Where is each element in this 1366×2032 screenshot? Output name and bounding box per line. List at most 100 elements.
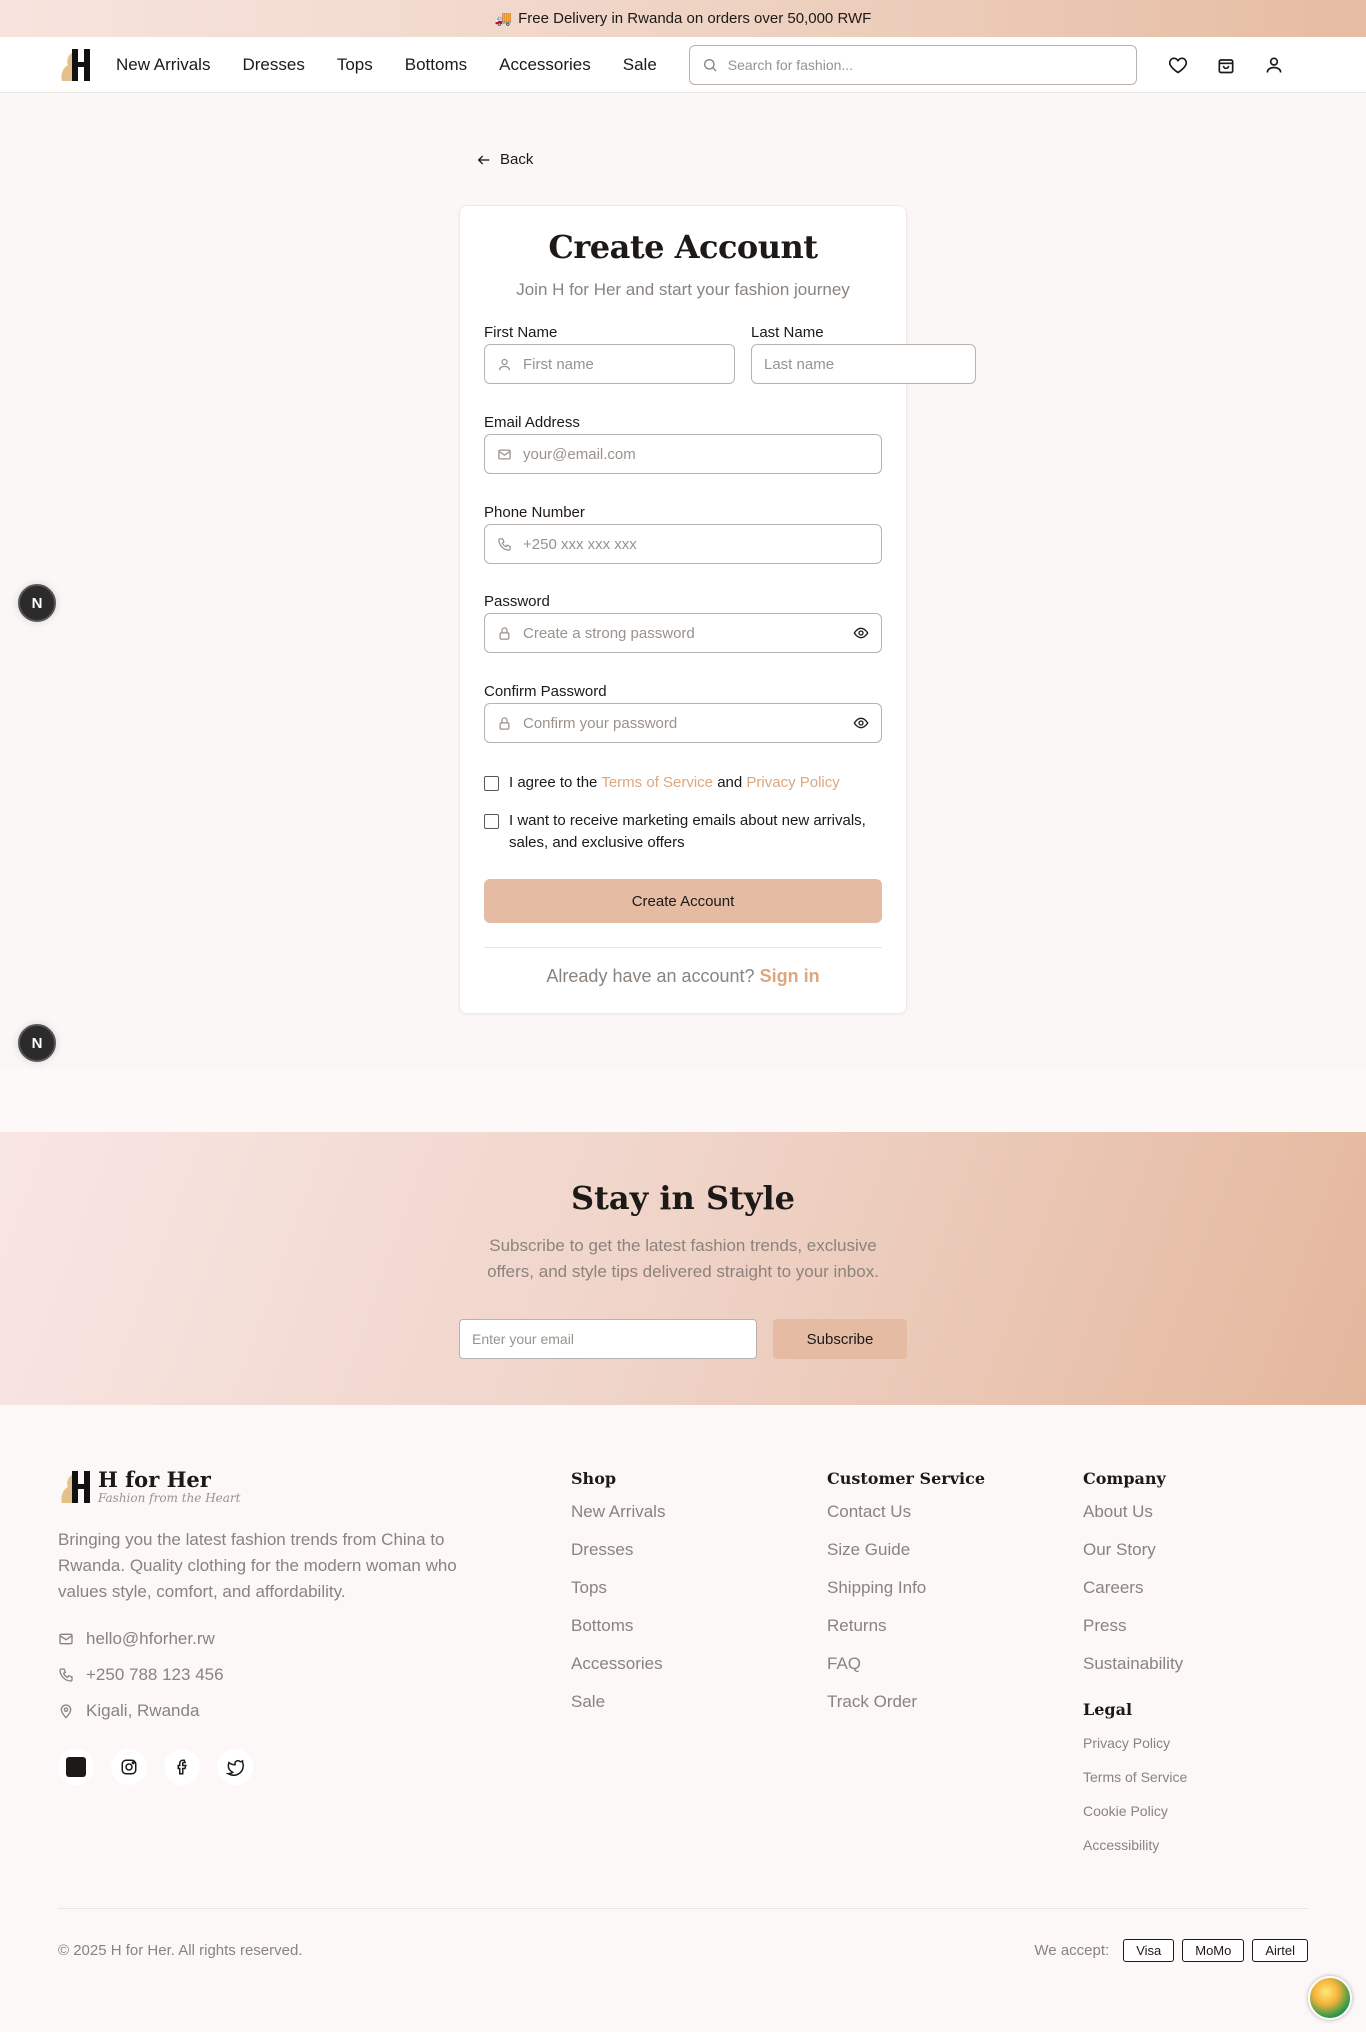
nav-sale[interactable]: Sale <box>623 55 657 75</box>
privacy-policy-link[interactable]: Privacy Policy <box>746 774 839 791</box>
footer-link[interactable]: Returns <box>827 1614 985 1652</box>
subscribe-button[interactable]: Subscribe <box>773 1319 907 1359</box>
contact-phone[interactable]: +250 788 123 456 <box>58 1665 498 1685</box>
announcement-bar: 🚚 Free Delivery in Rwanda on orders over… <box>0 0 1366 37</box>
password-input[interactable] <box>523 624 842 642</box>
shopping-bag-icon[interactable] <box>1215 54 1237 76</box>
newsletter-subtitle-line: offers, and style tips delivered straigh… <box>487 1262 879 1281</box>
footer-link[interactable]: Shipping Info <box>827 1576 985 1614</box>
footer-link[interactable]: Privacy Policy <box>1083 1731 1187 1765</box>
footer-legal-title: Legal <box>1083 1700 1133 1719</box>
confirm-password-label: Confirm Password <box>484 683 607 700</box>
nav-new-arrivals[interactable]: New Arrivals <box>116 55 210 75</box>
contact-email[interactable]: hello@hforher.rw <box>58 1629 498 1649</box>
confirm-password-input[interactable] <box>523 714 842 732</box>
confirm-password-field <box>484 703 882 743</box>
terms-checkbox[interactable] <box>484 776 499 791</box>
tiktok-icon[interactable] <box>58 1749 94 1785</box>
footer-link[interactable]: New Arrivals <box>571 1500 665 1538</box>
footer-shop-column: Shop New Arrivals Dresses Tops Bottoms A… <box>571 1469 665 1728</box>
user-icon[interactable] <box>1263 54 1285 76</box>
footer-link[interactable]: Cookie Policy <box>1083 1799 1187 1833</box>
nav-dresses[interactable]: Dresses <box>242 55 304 75</box>
footer-brand: H for Her Fashion from the Heart Bringin… <box>58 1469 498 1785</box>
footer-link[interactable]: FAQ <box>827 1652 985 1690</box>
brand-logo-mark <box>61 1471 90 1503</box>
nav-accessories[interactable]: Accessories <box>499 55 591 75</box>
contact-location-text: Kigali, Rwanda <box>86 1701 200 1720</box>
twitter-icon[interactable] <box>217 1749 253 1785</box>
marketing-row: I want to receive marketing emails about… <box>484 810 882 854</box>
search-icon <box>702 57 718 73</box>
sign-in-link[interactable]: Sign in <box>760 966 820 986</box>
signin-text: Already have an account? <box>546 966 755 986</box>
eye-icon[interactable] <box>853 715 869 731</box>
facebook-icon[interactable] <box>164 1749 200 1785</box>
footer-link[interactable]: Track Order <box>827 1690 985 1728</box>
last-name-field <box>751 344 976 384</box>
footer-link[interactable]: Sustainability <box>1083 1652 1187 1690</box>
back-link[interactable]: Back <box>476 151 533 168</box>
phone-icon <box>58 1667 74 1683</box>
footer-link[interactable]: Dresses <box>571 1538 665 1576</box>
nav-bottoms[interactable]: Bottoms <box>405 55 467 75</box>
newsletter-section: Stay in Style Subscribe to get the lates… <box>0 1132 1366 1405</box>
footer-link[interactable]: Accessibility <box>1083 1833 1187 1867</box>
footer-link[interactable]: Terms of Service <box>1083 1765 1187 1799</box>
terms-and: and <box>717 774 743 791</box>
newsletter-subtitle: Subscribe to get the latest fashion tren… <box>0 1233 1366 1285</box>
newsletter-email-field <box>459 1319 757 1359</box>
footer-bottom-bar: © 2025 H for Her. All rights reserved. W… <box>58 1908 1308 1962</box>
eye-icon[interactable] <box>853 625 869 641</box>
email-label: Email Address <box>484 414 580 431</box>
first-name-input[interactable] <box>523 355 722 373</box>
payment-methods: We accept: Visa MoMo Airtel <box>1034 1939 1308 1962</box>
footer-contact: hello@hforher.rw +250 788 123 456 Kigali… <box>58 1629 498 1721</box>
footer-link[interactable]: Size Guide <box>827 1538 985 1576</box>
email-input[interactable] <box>523 445 869 463</box>
heart-icon[interactable] <box>1167 54 1189 76</box>
contact-phone-text: +250 788 123 456 <box>86 1665 224 1684</box>
search-box <box>688 44 1137 85</box>
contact-email-text: hello@hforher.rw <box>86 1629 215 1648</box>
footer-link[interactable]: Bottoms <box>571 1614 665 1652</box>
footer-link-list: About Us Our Story Careers Press Sustain… <box>1083 1500 1187 1690</box>
footer-link[interactable]: Contact Us <box>827 1500 985 1538</box>
search-input[interactable] <box>727 56 1124 73</box>
social-links <box>58 1749 498 1785</box>
footer-link[interactable]: Sale <box>571 1690 665 1728</box>
password-field <box>484 613 882 653</box>
footer-link[interactable]: Press <box>1083 1614 1187 1652</box>
instagram-icon[interactable] <box>111 1749 147 1785</box>
dev-badge[interactable]: N <box>18 1024 56 1062</box>
phone-icon <box>497 537 512 552</box>
nav-tops[interactable]: Tops <box>337 55 373 75</box>
create-account-button[interactable]: Create Account <box>484 879 882 923</box>
footer-link-list: New Arrivals Dresses Tops Bottoms Access… <box>571 1500 665 1728</box>
password-group: Password <box>484 593 882 653</box>
newsletter-title: Stay in Style <box>571 1179 795 1217</box>
footer-column-title: Shop <box>571 1469 617 1488</box>
marketing-checkbox[interactable] <box>484 814 499 829</box>
newsletter-email-input[interactable] <box>472 1331 744 1347</box>
brand-logo[interactable] <box>58 47 92 83</box>
phone-input[interactable] <box>523 535 869 553</box>
footer-column-title: Customer Service <box>827 1469 986 1488</box>
footer-link[interactable]: About Us <box>1083 1500 1187 1538</box>
footer-description: Bringing you the latest fashion trends f… <box>58 1530 457 1601</box>
terms-text: I agree to the Terms of Service and Priv… <box>509 772 840 794</box>
footer-link[interactable]: Careers <box>1083 1576 1187 1614</box>
footer-logo[interactable]: H for Her Fashion from the Heart <box>58 1469 498 1505</box>
chat-widget-button[interactable] <box>1308 1976 1352 2020</box>
we-accept-label: We accept: <box>1034 1942 1110 1959</box>
footer-link[interactable]: Tops <box>571 1576 665 1614</box>
footer-link[interactable]: Our Story <box>1083 1538 1187 1576</box>
last-name-input[interactable] <box>764 355 963 373</box>
card-title: Create Account <box>548 228 818 266</box>
dev-badge[interactable]: N <box>18 584 56 622</box>
footer-legal-list: Privacy Policy Terms of Service Cookie P… <box>1083 1731 1187 1867</box>
phone-field <box>484 524 882 564</box>
footer-link[interactable]: Accessories <box>571 1652 665 1690</box>
card-subtitle: Join H for Her and start your fashion jo… <box>516 280 850 299</box>
terms-of-service-link[interactable]: Terms of Service <box>601 774 713 791</box>
